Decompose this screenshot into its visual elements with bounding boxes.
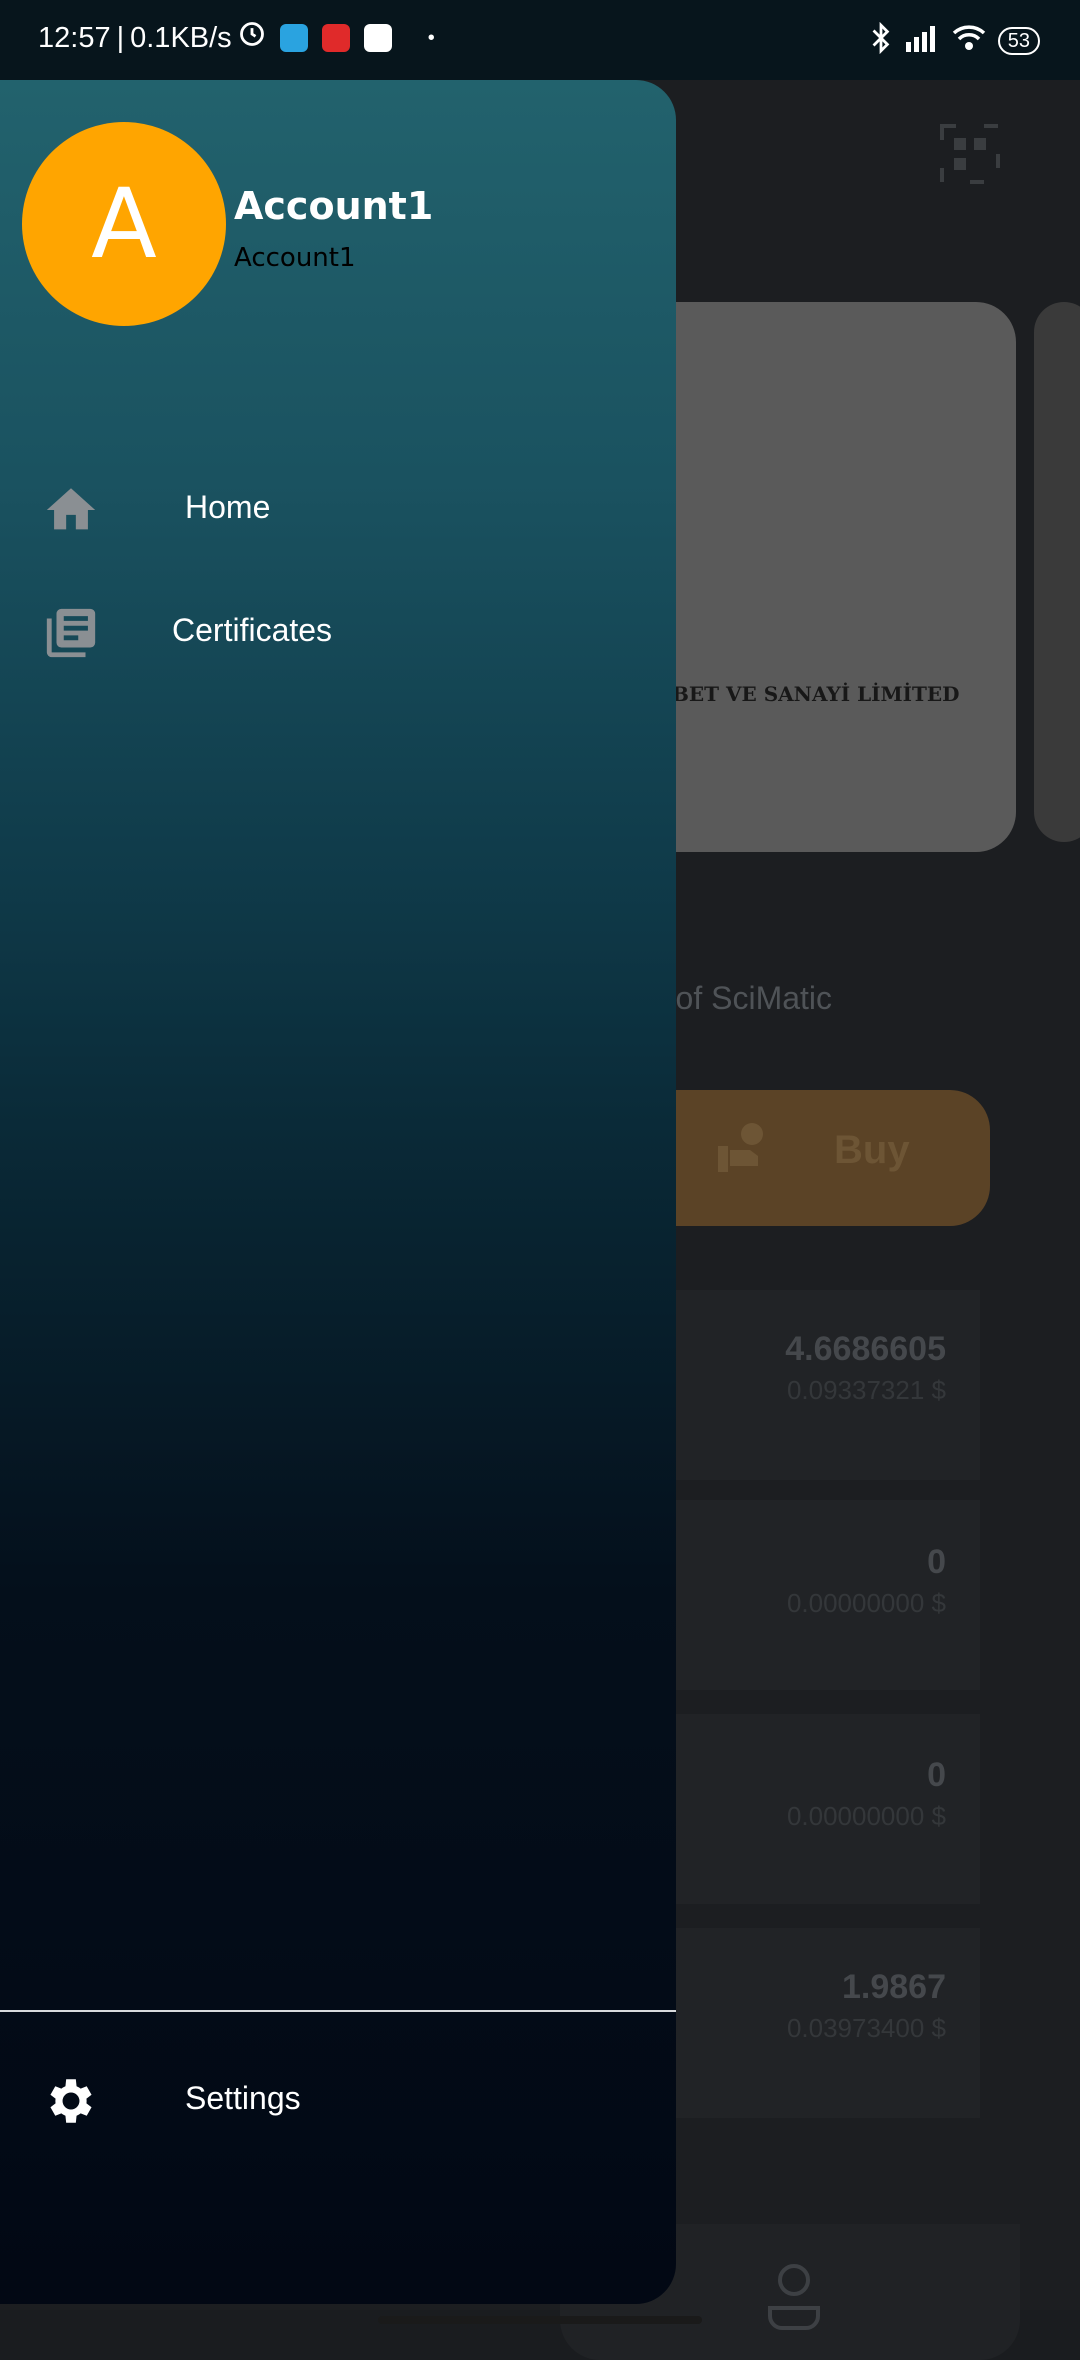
qr-scan-icon[interactable] — [940, 124, 1000, 189]
status-left: 12:57 | 0.1KB/s • — [38, 20, 435, 56]
status-right: 53 — [868, 21, 1040, 59]
certificate-card-text: BET VE SANAYİ LİMİTED — [672, 682, 960, 706]
token-amount: 4.6686605 — [785, 1330, 946, 1368]
drawer-item-label: Home — [185, 489, 271, 525]
document-icon — [42, 604, 100, 662]
navigation-drawer: A Account1 Account1 Home Certificates Se… — [0, 80, 676, 2304]
account-subtitle: Account1 — [234, 243, 356, 273]
bluetooth-icon — [868, 21, 894, 59]
alarm-icon — [238, 20, 266, 56]
buy-label: Buy — [834, 1128, 910, 1172]
buy-hand-icon — [716, 1120, 776, 1181]
certificate-card-next[interactable] — [1034, 302, 1080, 842]
profile-nav-icon[interactable] — [766, 2262, 822, 2337]
token-amount: 0 — [927, 1756, 946, 1794]
drawer-item-label: Settings — [185, 2080, 301, 2116]
app-notification-icon — [321, 24, 350, 52]
battery-indicator: 53 — [997, 26, 1040, 55]
drawer-item-label: Certificates — [172, 612, 333, 648]
token-usd: 0.09337321 $ — [786, 1375, 946, 1405]
network-speed: 0.1KB/s — [130, 21, 232, 54]
app-notification-icon-2 — [363, 24, 392, 52]
home-indicator[interactable] — [378, 2316, 702, 2324]
signal-icon — [905, 24, 940, 57]
gear-icon — [42, 2072, 100, 2130]
telegram-icon — [279, 24, 308, 52]
drawer-item-home[interactable]: Home — [0, 455, 676, 565]
wifi-icon — [952, 24, 986, 57]
token-usd: 0.00000000 $ — [786, 1801, 946, 1831]
drawer-item-certificates[interactable]: Certificates — [0, 578, 676, 688]
drawer-item-settings[interactable]: Settings — [0, 2046, 676, 2156]
avatar-letter: A — [91, 168, 157, 280]
token-amount: 0 — [927, 1543, 946, 1581]
drawer-divider — [0, 2010, 676, 2012]
token-usd: 0.03973400 $ — [786, 2013, 946, 2043]
account-name: Account1 — [234, 184, 434, 228]
more-dot-icon: • — [427, 26, 435, 49]
status-bar: 12:57 | 0.1KB/s • 53 — [0, 0, 1080, 80]
status-time: 12:57 — [38, 21, 111, 54]
home-icon — [42, 481, 100, 539]
token-amount: 1.9867 — [842, 1968, 946, 2006]
avatar[interactable]: A — [22, 122, 226, 326]
token-usd: 0.00000000 $ — [786, 1588, 946, 1618]
